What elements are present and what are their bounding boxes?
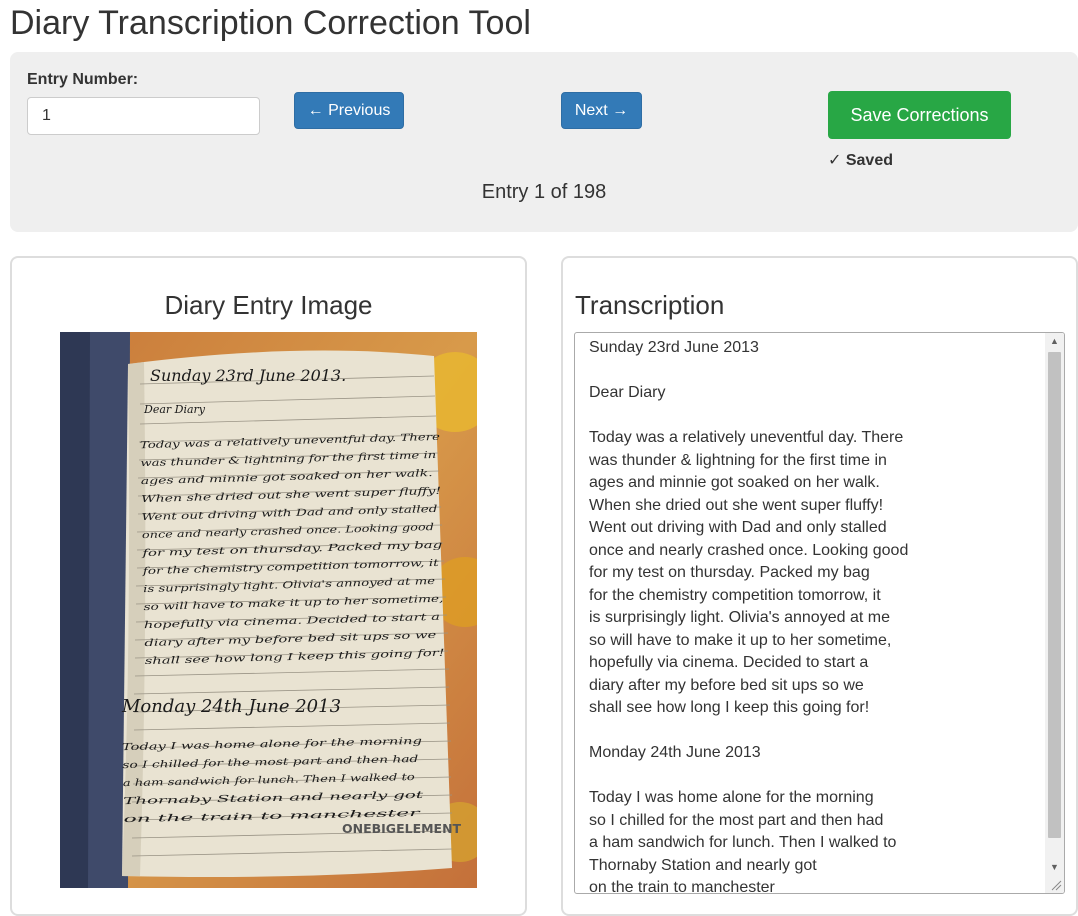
- saved-status: ✓ Saved: [828, 152, 893, 169]
- next-button[interactable]: Next →: [561, 92, 642, 129]
- scroll-up-arrow-icon[interactable]: ▲: [1045, 333, 1064, 350]
- transcription-scrollbar[interactable]: ▲ ▼: [1045, 333, 1064, 893]
- diary-image-title: Diary Entry Image: [164, 290, 373, 320]
- diary-image-panel: Diary Entry Image Sunday 23rd June 2013.…: [10, 256, 527, 916]
- scroll-down-arrow-icon[interactable]: ▼: [1045, 859, 1064, 876]
- entry-number-label: Entry Number:: [27, 71, 139, 88]
- resize-grip-icon[interactable]: [1048, 877, 1062, 891]
- save-corrections-button[interactable]: Save Corrections: [828, 91, 1011, 139]
- diary-greeting: Dear Diary: [143, 403, 206, 416]
- page-title: Diary Transcription Correction Tool: [10, 4, 531, 42]
- transcription-panel: Transcription Sunday 23rd June 2013 Dear…: [561, 256, 1078, 916]
- transcription-textarea[interactable]: Sunday 23rd June 2013 Dear Diary Today w…: [574, 332, 1065, 894]
- diary-heading-1: Sunday 23rd June 2013.: [150, 366, 346, 385]
- controls-panel: Entry Number: ← Previous Next → Save Cor…: [10, 52, 1078, 232]
- brand-logo-text: ONEBIGELEMENT: [342, 821, 462, 836]
- transcription-title: Transcription: [575, 290, 725, 320]
- previous-button[interactable]: ← Previous: [294, 92, 404, 129]
- diary-heading-2: Monday 24th June 2013: [121, 696, 341, 717]
- transcription-text[interactable]: Sunday 23rd June 2013 Dear Diary Today w…: [589, 337, 1029, 893]
- scroll-thumb[interactable]: [1048, 352, 1061, 838]
- entry-counter: Entry 1 of 198: [481, 181, 607, 203]
- diary-entry-image: Sunday 23rd June 2013. Dear Diary Today …: [60, 332, 477, 888]
- entry-number-input[interactable]: [27, 97, 260, 135]
